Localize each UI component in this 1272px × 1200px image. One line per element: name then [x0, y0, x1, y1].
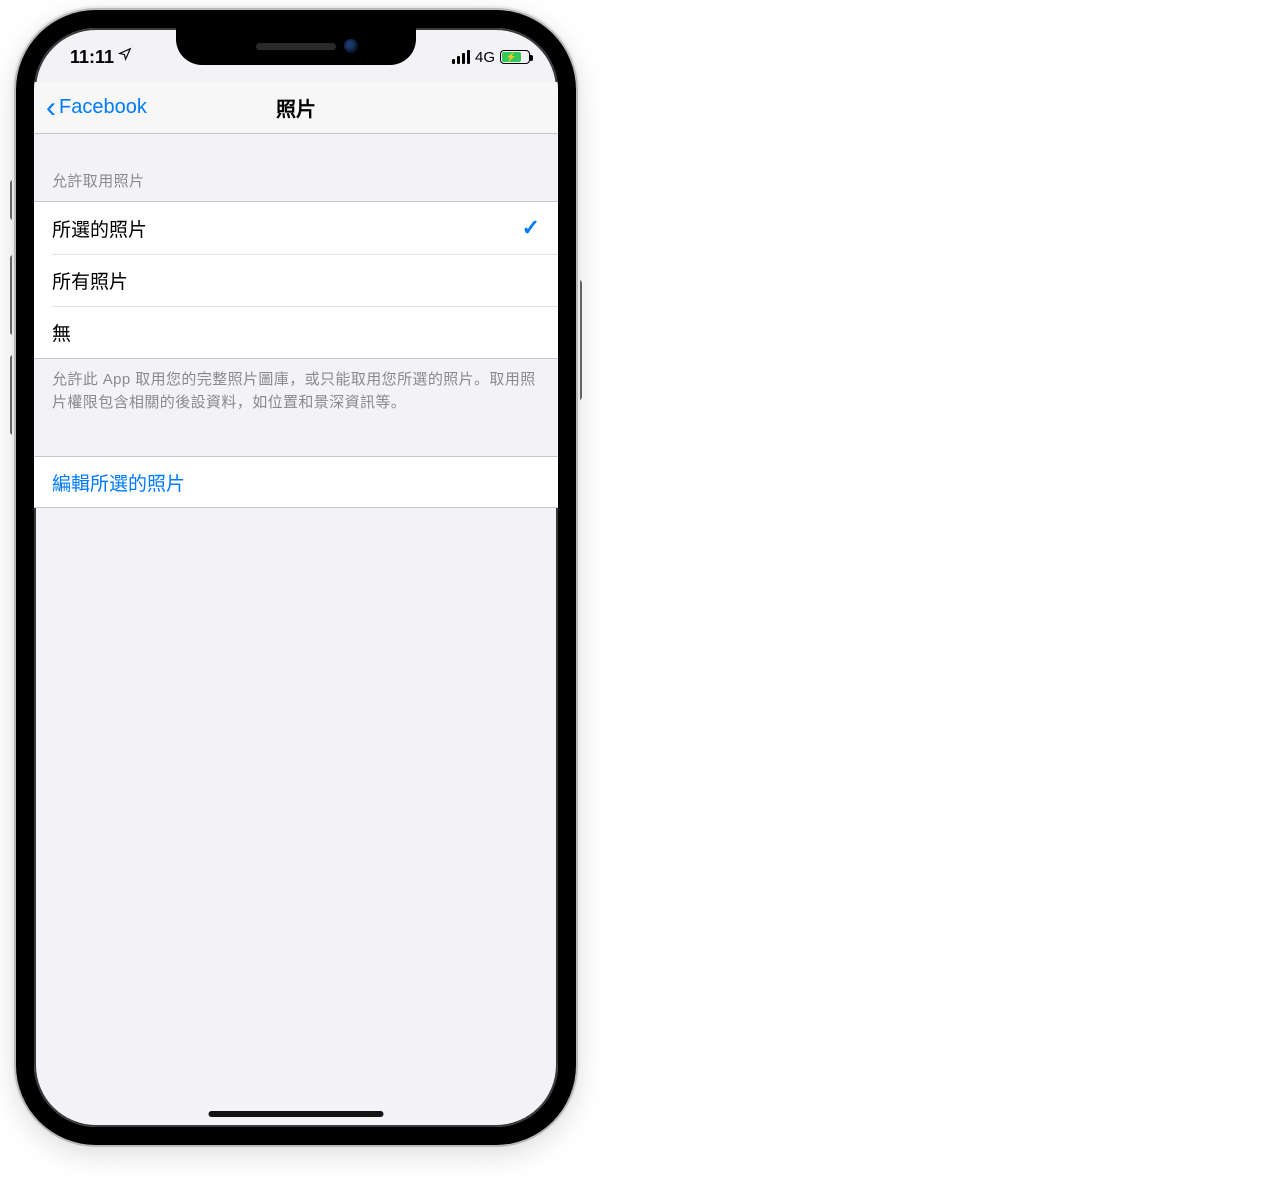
page-title: 照片	[276, 93, 316, 122]
option-all-photos[interactable]: 所有照片	[52, 254, 558, 306]
option-selected-photos[interactable]: 所選的照片 ✓	[34, 202, 558, 254]
option-label: 無	[52, 319, 71, 346]
back-label: Facebook	[59, 96, 147, 119]
charging-bolt-icon: ⚡	[506, 53, 517, 62]
edit-selected-photos-button[interactable]: 編輯所選的照片	[34, 456, 558, 508]
cellular-signal-icon	[452, 50, 470, 64]
status-time: 11:11	[70, 47, 114, 68]
front-camera	[344, 39, 358, 53]
section-header: 允許取用照片	[34, 134, 558, 201]
back-button[interactable]: ‹ Facebook	[46, 93, 276, 123]
section-footer: 允許此 App 取用您的完整照片圖庫，或只能取用您所選的照片。取用照片權限包含相…	[34, 359, 558, 434]
nav-bar: ‹ Facebook 照片	[34, 82, 558, 134]
options-group: 所選的照片 ✓ 所有照片 無	[34, 201, 558, 359]
speaker-grille	[256, 43, 336, 50]
checkmark-icon: ✓	[522, 215, 540, 241]
location-arrow-icon	[118, 47, 132, 64]
option-label: 所選的照片	[52, 215, 147, 242]
device-wrap: 11:11 4G ⚡ ‹ Facebook	[16, 10, 576, 1145]
option-none[interactable]: 無	[52, 306, 558, 358]
battery-icon: ⚡	[500, 50, 530, 64]
option-label: 所有照片	[52, 267, 128, 294]
device-frame: 11:11 4G ⚡ ‹ Facebook	[16, 10, 576, 1145]
home-indicator[interactable]	[209, 1111, 384, 1117]
network-label: 4G	[475, 49, 495, 66]
power-button	[576, 280, 582, 400]
notch	[176, 28, 416, 65]
screen: 11:11 4G ⚡ ‹ Facebook	[34, 28, 558, 1127]
content: 允許取用照片 所選的照片 ✓ 所有照片 無 允許此 App 取用您的完整照片圖庫…	[34, 134, 558, 508]
chevron-left-icon: ‹	[46, 93, 56, 123]
edit-label: 編輯所選的照片	[52, 469, 185, 496]
